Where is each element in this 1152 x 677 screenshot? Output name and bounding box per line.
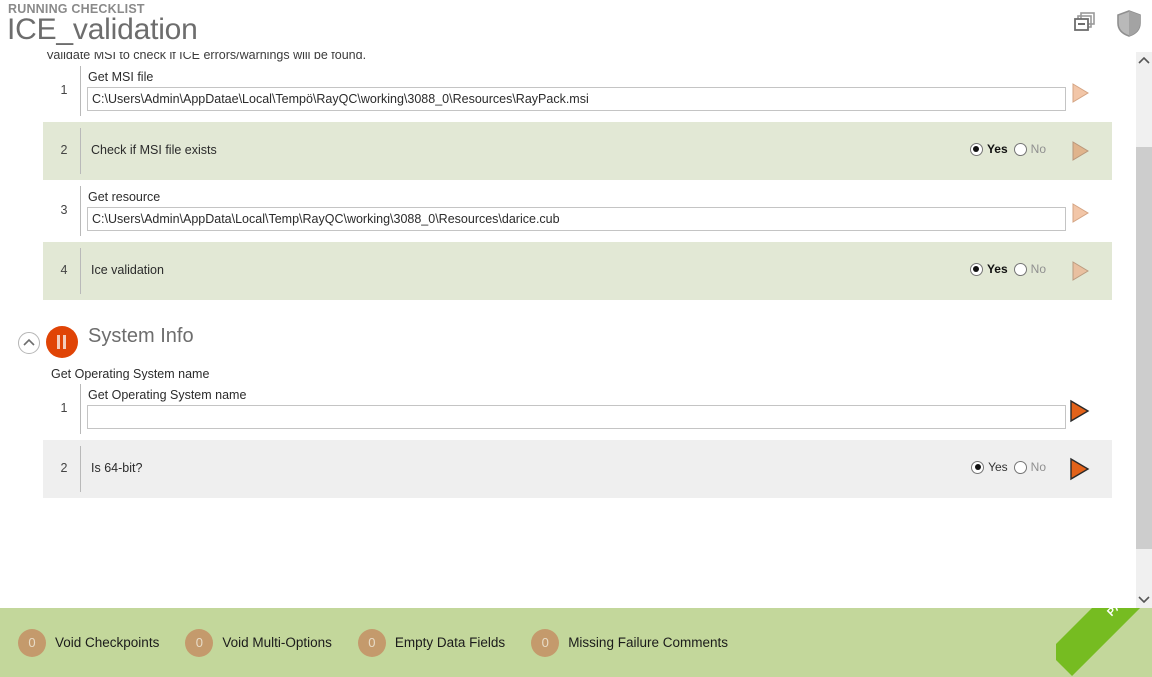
passed-ribbon-band: PASSED	[1056, 608, 1152, 677]
checklist-description: Validate MSI to check if ICE errors/warn…	[46, 52, 367, 62]
table-row: 3 Get resource	[43, 182, 1112, 240]
radio-yes[interactable]: Yes	[969, 142, 1008, 156]
stat-empty-data-fields[interactable]: 0 Empty Data Fields	[357, 628, 506, 657]
table-row: 2 Check if MSI file exists Yes No	[43, 122, 1112, 180]
chevron-down-icon	[1138, 596, 1150, 604]
run-step-button[interactable]	[1068, 259, 1092, 283]
row-number: 1	[60, 83, 68, 97]
radio-no-label: No	[1030, 142, 1046, 156]
scroll-down-button[interactable]	[1136, 590, 1152, 608]
radio-yes-dot	[969, 142, 983, 156]
field-label: Get resource	[88, 190, 161, 204]
row-number: 2	[60, 143, 68, 157]
radio-no-label: No	[1030, 460, 1046, 474]
radio-no[interactable]: No	[1013, 142, 1046, 156]
get-os-name-input[interactable]	[87, 405, 1066, 429]
run-step-button[interactable]	[1066, 398, 1092, 424]
checklist-rows: 1 Get MSI file 2 Check if MSI file exist…	[18, 62, 1112, 498]
get-resource-input[interactable]	[87, 207, 1066, 231]
stat-label: Void Multi-Options	[222, 635, 332, 650]
chevron-up-icon	[1138, 56, 1150, 64]
pause-icon	[57, 335, 66, 349]
row-number: 2	[60, 461, 68, 475]
run-step-button[interactable]	[1066, 456, 1092, 482]
section-title: System Info	[88, 325, 194, 347]
radio-no[interactable]: No	[1013, 460, 1046, 474]
row-number: 4	[60, 263, 68, 277]
header-icon-group	[1070, 8, 1144, 38]
footer-stats: 0 Void Checkpoints 0 Void Multi-Options …	[18, 608, 754, 677]
yes-no-radio-group: Yes No	[969, 142, 1046, 156]
table-row: 4 Ice validation Yes No	[43, 242, 1112, 300]
table-row: 2 Is 64-bit? Yes No	[43, 440, 1112, 498]
field-label: Get MSI file	[88, 70, 154, 84]
stat-missing-failure-comments[interactable]: 0 Missing Failure Comments	[531, 628, 728, 657]
section-subtitle: Get Operating System name	[51, 367, 210, 381]
row-label: Is 64-bit?	[91, 461, 143, 475]
row-divider	[80, 128, 81, 174]
radio-yes-label: Yes	[986, 262, 1008, 276]
run-step-button[interactable]	[1068, 139, 1092, 163]
radio-yes-dot	[971, 460, 985, 474]
passed-ribbon-label: PASSED	[1105, 608, 1149, 619]
yes-no-radio-group: Yes No	[971, 460, 1046, 474]
stat-void-checkpoints[interactable]: 0 Void Checkpoints	[18, 628, 160, 657]
row-divider	[80, 248, 81, 294]
field-label: Get Operating System name	[88, 388, 247, 402]
radio-no-label: No	[1030, 262, 1046, 276]
row-label: Ice validation	[91, 263, 164, 277]
passed-ribbon: PASSED	[1056, 608, 1152, 677]
row-number: 1	[60, 401, 68, 415]
radio-no-dot	[1013, 262, 1027, 276]
checklist-scroll-area: Validate MSI to check if ICE errors/warn…	[0, 52, 1136, 608]
stat-label: Void Checkpoints	[55, 635, 160, 650]
stack-windows-icon[interactable]	[1070, 8, 1100, 38]
page-title: ICE_validation	[7, 13, 198, 46]
section-header-system-info[interactable]: System Info Get Operating System name	[18, 322, 1112, 381]
radio-no-dot	[1013, 460, 1027, 474]
table-row: 1 Get MSI file	[43, 62, 1112, 120]
row-divider	[80, 384, 81, 434]
stat-count: 0	[357, 628, 386, 657]
stat-void-multi-options[interactable]: 0 Void Multi-Options	[185, 628, 332, 657]
radio-yes[interactable]: Yes	[969, 262, 1008, 276]
stat-count: 0	[18, 628, 46, 657]
stat-label: Missing Failure Comments	[568, 635, 728, 650]
vertical-scrollbar[interactable]	[1136, 52, 1152, 608]
get-msi-file-input[interactable]	[87, 87, 1066, 111]
stat-label: Empty Data Fields	[394, 635, 506, 650]
radio-yes-label: Yes	[988, 460, 1008, 474]
run-step-button[interactable]	[1068, 81, 1092, 105]
row-label: Check if MSI file exists	[91, 143, 217, 157]
row-number: 3	[60, 203, 68, 217]
run-step-button[interactable]	[1068, 201, 1092, 225]
stat-count: 0	[531, 628, 560, 657]
shield-icon[interactable]	[1114, 8, 1144, 38]
radio-yes-label: Yes	[986, 142, 1008, 156]
radio-no[interactable]: No	[1013, 262, 1046, 276]
scroll-up-button[interactable]	[1136, 52, 1152, 70]
table-row: 1 Get Operating System name	[43, 380, 1112, 438]
row-divider	[80, 446, 81, 492]
scrollbar-thumb[interactable]	[1136, 147, 1152, 549]
row-divider	[80, 66, 81, 116]
stat-count: 0	[185, 628, 214, 657]
collapse-toggle[interactable]	[18, 332, 40, 354]
row-divider	[80, 186, 81, 236]
radio-no-dot	[1013, 142, 1027, 156]
app-header: RUNNING CHECKLIST ICE_validation	[0, 0, 1152, 52]
yes-no-radio-group: Yes No	[969, 262, 1046, 276]
radio-yes-dot	[969, 262, 983, 276]
status-footer: 0 Void Checkpoints 0 Void Multi-Options …	[0, 608, 1152, 677]
section-status-badge	[46, 326, 78, 358]
chevron-up-icon	[23, 338, 35, 346]
radio-yes[interactable]: Yes	[971, 460, 1008, 474]
